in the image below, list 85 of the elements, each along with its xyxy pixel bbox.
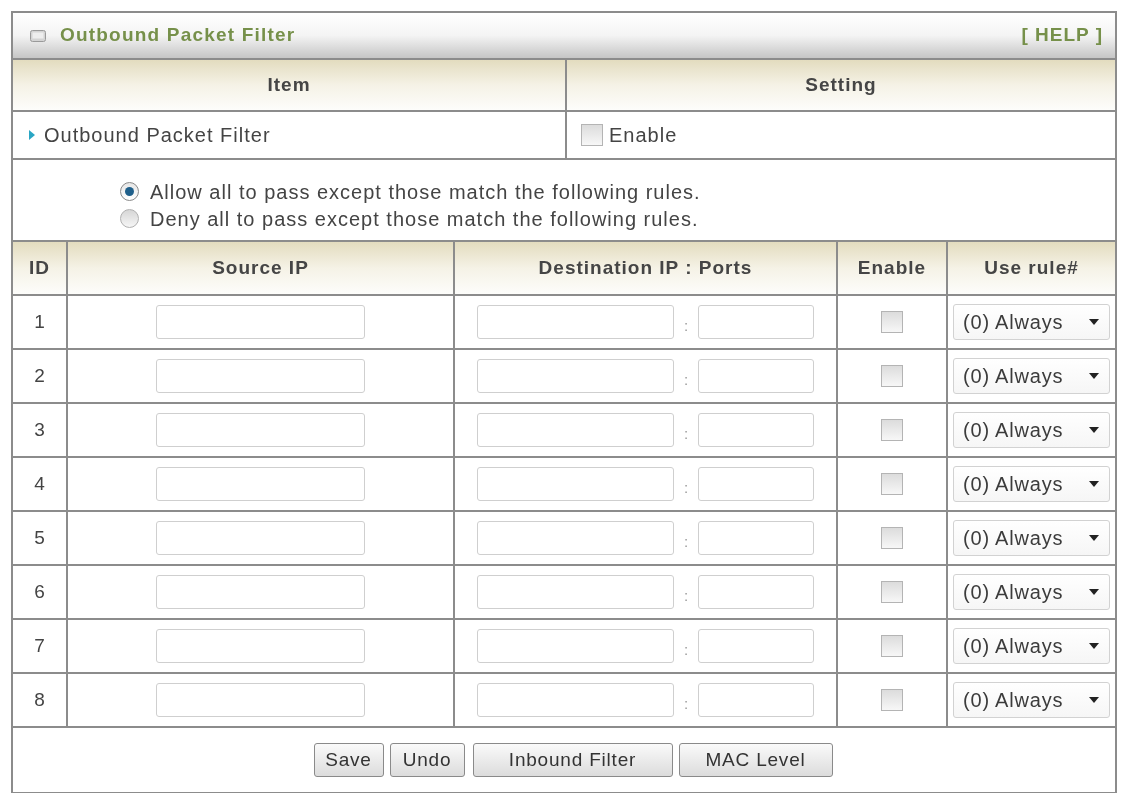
row-id: 2 bbox=[34, 363, 45, 388]
row-id: 1 bbox=[34, 309, 45, 334]
caret-icon bbox=[1089, 427, 1099, 433]
port-field[interactable] bbox=[698, 305, 814, 339]
destination-ip-field[interactable] bbox=[477, 413, 674, 447]
port-field[interactable] bbox=[698, 521, 814, 555]
action-button[interactable]: Undo bbox=[389, 743, 465, 777]
schedule-select[interactable]: (0) Always bbox=[953, 358, 1110, 394]
separator-text: : bbox=[682, 533, 690, 551]
checkbox-label: Enable bbox=[609, 123, 678, 148]
schedule-select[interactable]: (0) Always bbox=[953, 628, 1110, 664]
rule-enable-checkbox[interactable] bbox=[881, 365, 903, 387]
action-button[interactable]: MAC Level bbox=[678, 743, 833, 777]
row-id: 5 bbox=[34, 525, 45, 550]
port-field[interactable] bbox=[698, 683, 814, 717]
caret-icon bbox=[1089, 589, 1099, 595]
column-header: ID bbox=[29, 255, 50, 280]
source-ip-field[interactable] bbox=[156, 413, 365, 447]
column-header: Enable bbox=[857, 255, 927, 280]
separator-text: : bbox=[682, 371, 690, 389]
port-field[interactable] bbox=[698, 413, 814, 447]
destination-ip-field[interactable] bbox=[477, 575, 674, 609]
caret-icon bbox=[1089, 481, 1099, 487]
rule-enable-checkbox[interactable] bbox=[881, 689, 903, 711]
radio-label: Allow all to pass except those match the following rules. bbox=[150, 179, 701, 205]
destination-ip-field[interactable] bbox=[477, 629, 674, 663]
setting-label: Outbound Packet Filter bbox=[44, 123, 271, 148]
separator-text: : bbox=[682, 587, 690, 605]
caret-icon bbox=[1089, 319, 1099, 325]
action-button[interactable]: Save bbox=[313, 743, 384, 777]
destination-ip-field[interactable] bbox=[477, 305, 674, 339]
source-ip-field[interactable] bbox=[156, 305, 365, 339]
enable-checkbox[interactable] bbox=[581, 124, 603, 146]
schedule-select[interactable]: (0) Always bbox=[953, 412, 1110, 448]
row-id: 4 bbox=[34, 471, 45, 496]
column-header: Setting bbox=[805, 72, 877, 97]
separator-text: : bbox=[682, 695, 690, 713]
rule-enable-checkbox[interactable] bbox=[881, 581, 903, 603]
separator-text: : bbox=[682, 317, 690, 335]
caret-icon bbox=[1089, 535, 1099, 541]
rule-enable-checkbox[interactable] bbox=[881, 311, 903, 333]
schedule-select[interactable]: (0) Always bbox=[953, 466, 1110, 502]
destination-ip-field[interactable] bbox=[477, 521, 674, 555]
source-ip-field[interactable] bbox=[156, 629, 365, 663]
radio-label: Deny all to pass except those match the following rules. bbox=[150, 206, 699, 232]
port-field[interactable] bbox=[698, 575, 814, 609]
caret-icon bbox=[1089, 697, 1099, 703]
separator-text: : bbox=[682, 479, 690, 497]
panel-title: Outbound Packet Filter bbox=[60, 23, 296, 48]
row-id: 3 bbox=[34, 417, 45, 442]
destination-ip-field[interactable] bbox=[477, 683, 674, 717]
rule-enable-checkbox[interactable] bbox=[881, 473, 903, 495]
policy-radio[interactable] bbox=[120, 182, 139, 201]
port-field[interactable] bbox=[698, 629, 814, 663]
port-field[interactable] bbox=[698, 467, 814, 501]
caret-icon bbox=[1089, 373, 1099, 379]
column-header: Item bbox=[267, 72, 311, 97]
rule-enable-checkbox[interactable] bbox=[881, 635, 903, 657]
source-ip-field[interactable] bbox=[156, 521, 365, 555]
port-field[interactable] bbox=[698, 359, 814, 393]
window-icon bbox=[30, 29, 46, 42]
separator-text: : bbox=[682, 641, 690, 659]
row-id: 6 bbox=[34, 579, 45, 604]
source-ip-field[interactable] bbox=[156, 575, 365, 609]
schedule-select[interactable]: (0) Always bbox=[953, 574, 1110, 610]
column-header: Destination IP : Ports bbox=[538, 255, 753, 280]
column-header: Use rule# bbox=[984, 255, 1079, 280]
schedule-select[interactable]: (0) Always bbox=[953, 304, 1110, 340]
action-button[interactable]: Inbound Filter bbox=[472, 743, 673, 777]
schedule-select[interactable]: (0) Always bbox=[953, 682, 1110, 718]
destination-ip-field[interactable] bbox=[477, 467, 674, 501]
row-id: 7 bbox=[34, 633, 45, 658]
rule-enable-checkbox[interactable] bbox=[881, 419, 903, 441]
source-ip-field[interactable] bbox=[156, 683, 365, 717]
source-ip-field[interactable] bbox=[156, 359, 365, 393]
rule-enable-checkbox[interactable] bbox=[881, 527, 903, 549]
destination-ip-field[interactable] bbox=[477, 359, 674, 393]
triangle-icon bbox=[29, 130, 35, 140]
row-id: 8 bbox=[34, 687, 45, 712]
policy-radio[interactable] bbox=[120, 209, 139, 228]
schedule-select[interactable]: (0) Always bbox=[953, 520, 1110, 556]
column-header: Source IP bbox=[212, 255, 309, 280]
separator-text: : bbox=[682, 425, 690, 443]
caret-icon bbox=[1089, 643, 1099, 649]
source-ip-field[interactable] bbox=[156, 467, 365, 501]
